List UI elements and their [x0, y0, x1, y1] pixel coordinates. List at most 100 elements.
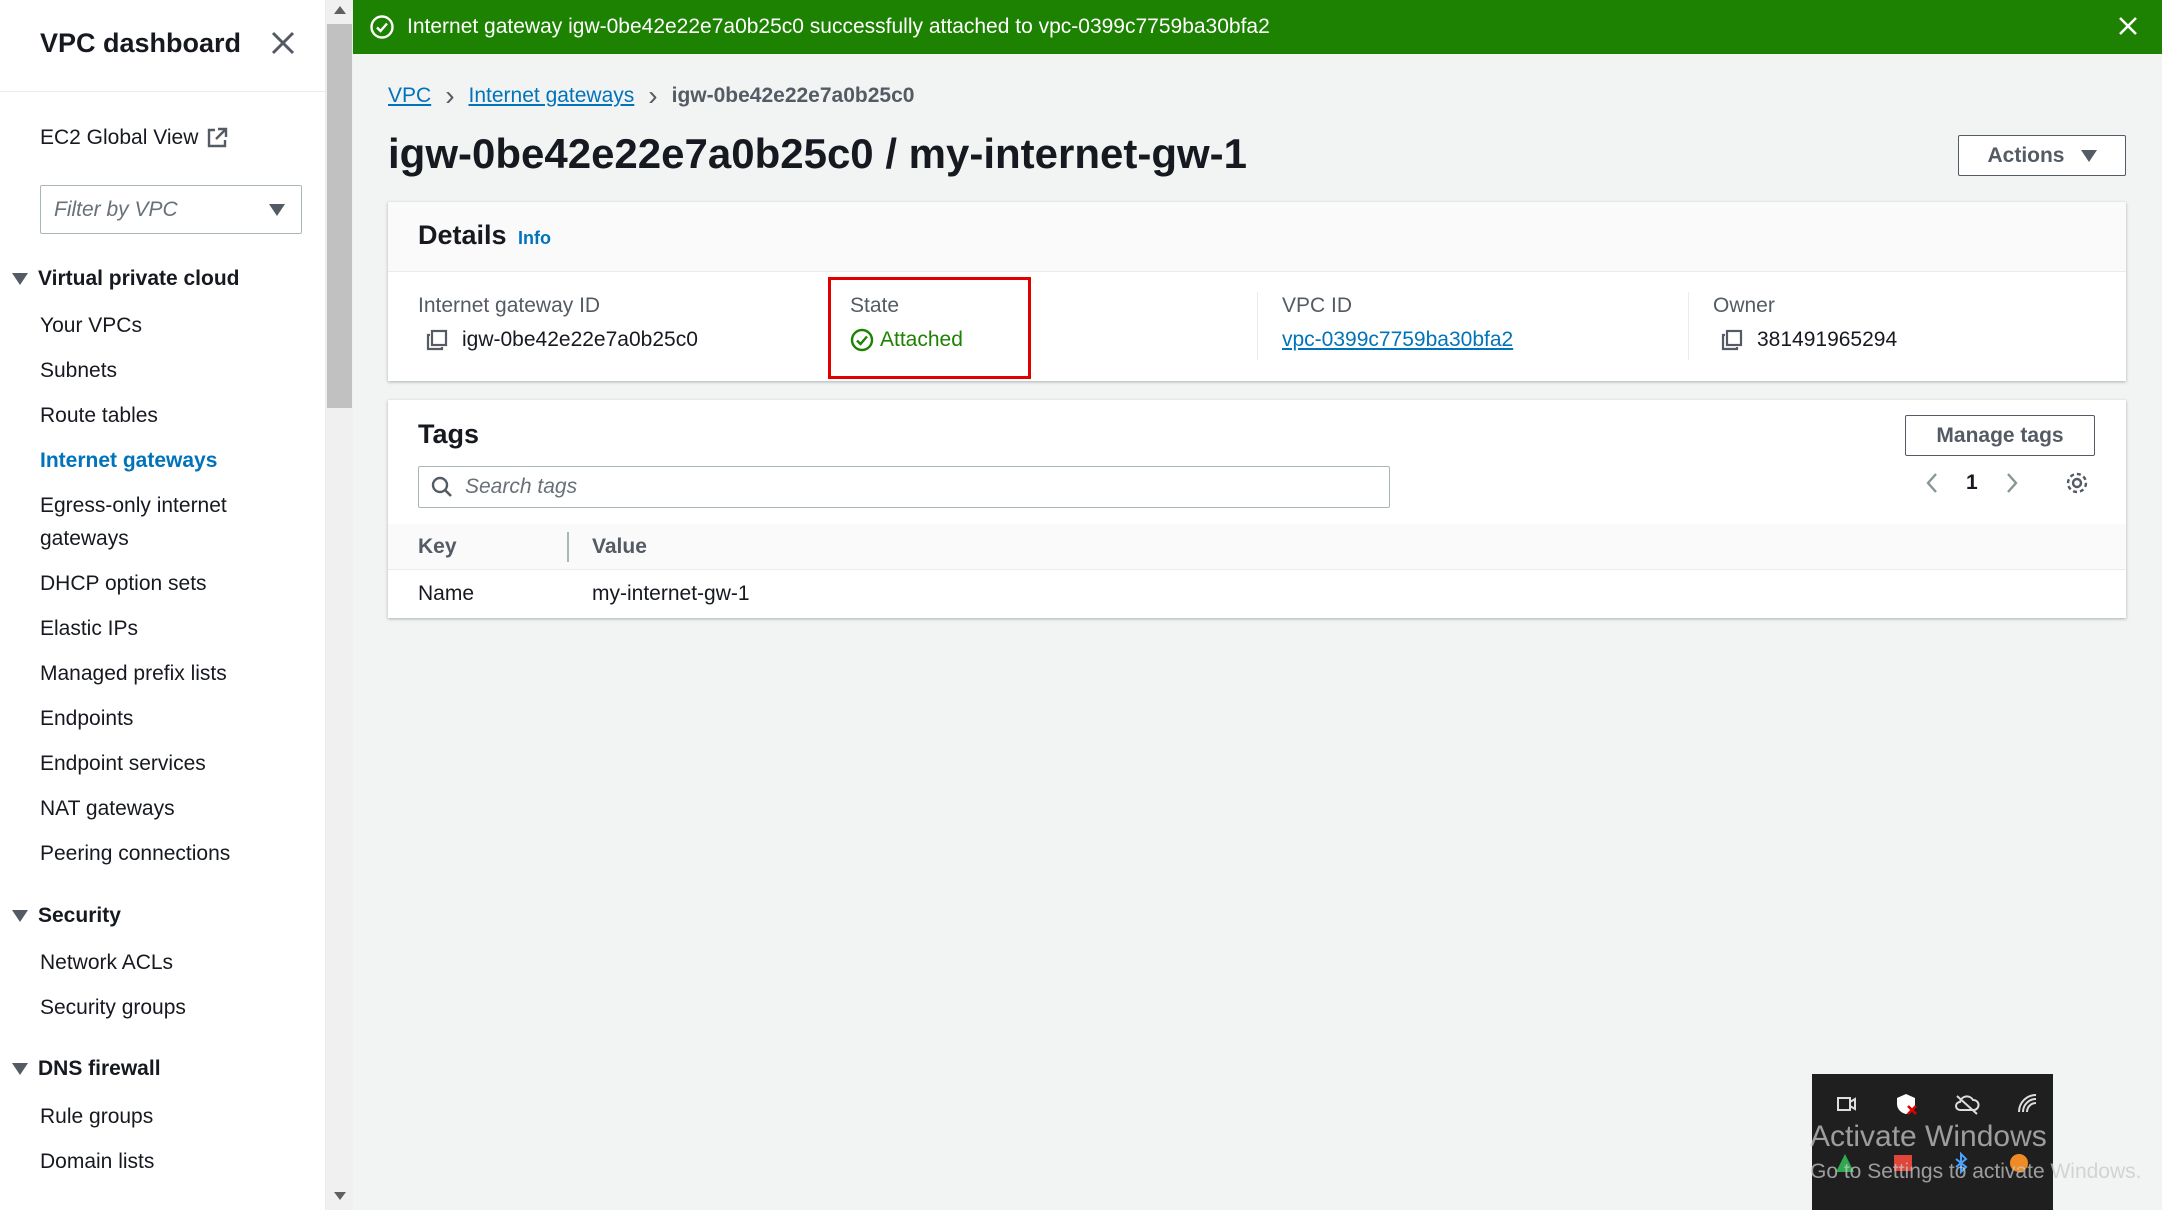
cloud-offline-icon[interactable] — [1954, 1092, 1980, 1116]
gear-icon[interactable] — [2064, 470, 2090, 496]
sidebar-title: VPC dashboard — [40, 28, 242, 58]
page-number[interactable]: 1 — [1966, 471, 1978, 495]
scrollbar-thumb[interactable] — [327, 24, 352, 408]
sidebar-item-peering-connections[interactable]: Peering connections — [40, 837, 230, 870]
sidebar-item-domain-lists[interactable]: Domain lists — [40, 1145, 154, 1178]
state-highlight-box — [828, 277, 1031, 379]
search-placeholder: Search tags — [465, 475, 578, 498]
ec2-global-view-link[interactable]: EC2 Global View — [40, 126, 228, 150]
sidebar-item-subnets[interactable]: Subnets — [40, 354, 117, 387]
owner-label: Owner — [1713, 294, 1775, 317]
copy-icon[interactable] — [1721, 329, 1743, 351]
vpc-id-value-row: vpc-0399c7759ba30bfa2 — [1282, 328, 1513, 352]
sidebar-item-route-tables[interactable]: Route tables — [40, 399, 158, 432]
column-divider — [1257, 292, 1258, 360]
section-label: DNS firewall — [38, 1057, 161, 1080]
tags-table-header: Key Value — [388, 524, 2126, 570]
section-label: Security — [38, 904, 121, 927]
table-row: Name my-internet-gw-1 — [388, 570, 2126, 618]
sidebar-item-rule-groups[interactable]: Rule groups — [40, 1100, 153, 1133]
watermark-line1: Activate Windows — [1810, 1120, 2047, 1153]
watermark-line2: Go to Settings to activate Windows. — [1810, 1160, 2142, 1183]
details-title: Details — [418, 220, 507, 250]
breadcrumb-current: igw-0be42e22e7a0b25c0 — [671, 84, 915, 107]
windows-activation-watermark: Activate Windows Go to Settings to activ… — [1810, 1120, 2142, 1184]
breadcrumb-internet-gateways[interactable]: Internet gateways — [469, 84, 635, 108]
sidebar-item-network-acls[interactable]: Network ACLs — [40, 946, 173, 979]
sidebar-item-your-vpcs[interactable]: Your VPCs — [40, 309, 142, 342]
tag-key-cell: Name — [418, 582, 475, 605]
sidebar-item-nat-gateways[interactable]: NAT gateways — [40, 792, 175, 825]
section-dns-firewall[interactable]: DNS firewall — [12, 1057, 161, 1081]
scroll-up-arrow-icon[interactable] — [334, 6, 346, 14]
caret-down-icon — [12, 910, 28, 922]
chevron-left-icon[interactable] — [1924, 471, 1940, 495]
section-security[interactable]: Security — [12, 904, 121, 928]
network-icon[interactable] — [2016, 1092, 2040, 1116]
filter-placeholder: Filter by VPC — [54, 197, 178, 221]
vpc-id-label: VPC ID — [1282, 294, 1353, 317]
caret-down-icon — [12, 1063, 28, 1075]
sidebar-header: VPC dashboard — [0, 0, 325, 92]
success-check-icon — [370, 15, 394, 39]
details-header: Details Info — [388, 202, 2126, 272]
sidebar-item-internet-gateways[interactable]: Internet gateways — [40, 444, 217, 477]
gateway-id-value: igw-0be42e22e7a0b25c0 — [462, 328, 698, 351]
section-label: Virtual private cloud — [38, 267, 240, 290]
actions-label: Actions — [1987, 143, 2065, 167]
search-tags-input[interactable]: Search tags — [418, 466, 1390, 508]
dismiss-icon[interactable] — [2114, 12, 2142, 40]
tag-value-cell: my-internet-gw-1 — [592, 582, 750, 605]
sidebar-scrollbar[interactable] — [326, 0, 353, 1210]
pagination: 1 — [1924, 470, 2090, 496]
caret-down-icon — [2080, 149, 2097, 162]
ec2-global-view-label: EC2 Global View — [40, 126, 199, 149]
sidebar-item-dhcp-option-sets[interactable]: DHCP option sets — [40, 567, 207, 600]
chevron-right-icon[interactable] — [2004, 471, 2020, 495]
sidebar-item-endpoints[interactable]: Endpoints — [40, 702, 133, 735]
sidebar-item-managed-prefix-lists[interactable]: Managed prefix lists — [40, 657, 227, 690]
tags-panel: Tags Manage tags Search tags 1 Key Value… — [388, 400, 2126, 618]
sidebar-item-egress-only-line2[interactable]: gateways — [40, 522, 129, 555]
sidebar-nav: VPC dashboard EC2 Global View Filter by … — [0, 0, 326, 1210]
actions-button[interactable]: Actions — [1958, 135, 2126, 176]
scroll-down-arrow-icon[interactable] — [334, 1192, 346, 1200]
sidebar-item-egress-only-line1[interactable]: Egress-only internet — [40, 489, 227, 522]
sidebar-item-elastic-ips[interactable]: Elastic IPs — [40, 612, 138, 645]
vpc-id-link[interactable]: vpc-0399c7759ba30bfa2 — [1282, 328, 1513, 352]
security-shield-icon[interactable] — [1894, 1092, 1918, 1116]
details-panel: Details Info Internet gateway ID igw-0be… — [388, 202, 2126, 381]
close-icon[interactable] — [268, 28, 298, 58]
info-link[interactable]: Info — [518, 228, 551, 249]
chevron-right-icon: › — [445, 80, 455, 111]
copy-icon[interactable] — [426, 329, 448, 351]
vpc-id-field: VPC ID vpc-0399c7759ba30bfa2 — [1282, 294, 1513, 352]
caret-down-icon — [12, 273, 28, 285]
tray-icons-row — [1834, 1092, 2040, 1116]
gateway-id-field: Internet gateway ID igw-0be42e22e7a0b25c… — [418, 294, 698, 352]
search-icon — [431, 476, 452, 497]
sidebar-item-endpoint-services[interactable]: Endpoint services — [40, 747, 206, 780]
breadcrumb: VPC › Internet gateways › igw-0be42e22e7… — [388, 80, 914, 112]
sidebar-item-security-groups[interactable]: Security groups — [40, 991, 186, 1024]
page-title: igw-0be42e22e7a0b25c0 / my-internet-gw-1 — [388, 130, 1248, 177]
owner-field: Owner 381491965294 — [1713, 294, 1897, 352]
flash-message: Internet gateway igw-0be42e22e7a0b25c0 s… — [407, 15, 1270, 38]
section-virtual-private-cloud[interactable]: Virtual private cloud — [12, 267, 240, 291]
filter-by-vpc-select[interactable]: Filter by VPC — [40, 185, 302, 234]
dropdown-caret-icon — [269, 204, 285, 216]
meet-icon[interactable] — [1834, 1092, 1858, 1116]
column-resizer[interactable] — [567, 532, 569, 562]
gateway-id-label: Internet gateway ID — [418, 294, 601, 317]
column-header-key[interactable]: Key — [418, 535, 457, 559]
success-flash-banner: Internet gateway igw-0be42e22e7a0b25c0 s… — [353, 0, 2162, 54]
column-header-value[interactable]: Value — [592, 535, 647, 559]
external-link-icon — [208, 127, 228, 148]
owner-value-row: 381491965294 — [1713, 328, 1897, 352]
breadcrumb-vpc[interactable]: VPC — [388, 84, 431, 108]
column-divider — [1688, 292, 1689, 360]
manage-tags-button[interactable]: Manage tags — [1905, 415, 2095, 456]
chevron-right-icon: › — [648, 80, 658, 111]
gateway-id-value-row: igw-0be42e22e7a0b25c0 — [418, 328, 698, 352]
tags-title: Tags — [418, 419, 480, 449]
